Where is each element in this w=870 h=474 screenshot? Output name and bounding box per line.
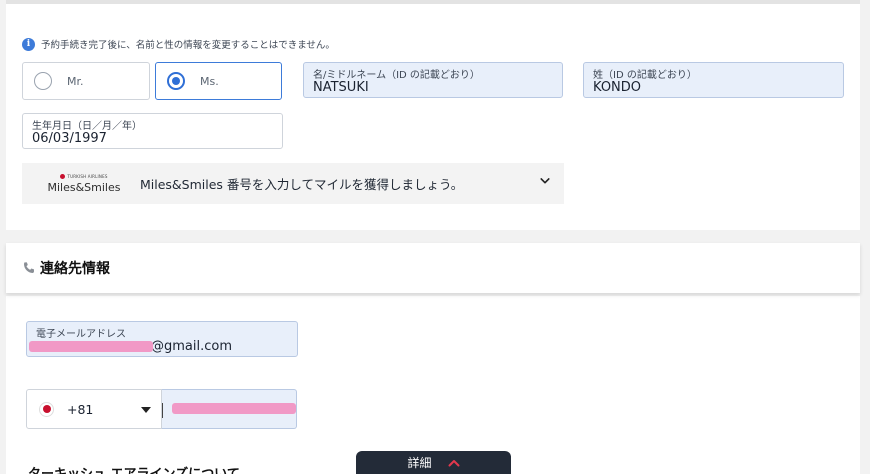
contact-section-header: 連絡先情報 — [6, 243, 860, 293]
country-code-select[interactable]: +81 — [26, 389, 162, 429]
miles-smiles-prompt: Miles&Smiles 番号を入力してマイルを獲得しましょう。 — [140, 177, 464, 192]
first-name-field[interactable]: 名/ミドルネーム（ID の記載どおり） NATSUKI — [303, 62, 563, 98]
last-name-field[interactable]: 姓（ID の記載どおり） KONDO — [583, 62, 844, 98]
caret-down-icon[interactable] — [141, 407, 151, 413]
email-redaction — [29, 341, 153, 352]
turkish-airlines-wordmark: TURKISH AIRLINES — [67, 173, 108, 179]
country-code-value: +81 — [67, 401, 94, 417]
phone-number-row: +81 — [26, 389, 297, 429]
phone-number-input[interactable] — [162, 389, 297, 429]
title-option-mr[interactable]: Mr. — [22, 62, 150, 100]
turkish-airlines-logo-icon — [60, 173, 66, 179]
first-name-value: NATSUKI — [313, 80, 369, 95]
email-visible-value: @gmail.com — [151, 339, 233, 354]
name-change-notice: i 予約手続き完了後に、名前と性の情報を変更することはできません。 — [22, 37, 335, 51]
radio-mr[interactable] — [34, 72, 52, 90]
card-top-border — [6, 0, 860, 4]
info-icon: i — [22, 37, 35, 51]
chevron-down-icon[interactable] — [540, 176, 550, 186]
chevron-up-icon — [448, 459, 459, 466]
first-name-label: 名/ミドルネーム（ID の記載どおり） — [313, 70, 480, 81]
title-option-label: Ms. — [200, 74, 219, 88]
details-label: 詳細 — [407, 456, 432, 470]
email-label: 電子メールアドレス — [36, 329, 126, 340]
turkish-airlines-mark: TURKISH AIRLINES — [60, 173, 108, 179]
contact-section-title: 連絡先情報 — [40, 261, 110, 277]
birthdate-label: 生年月日（日／月／年） — [32, 121, 142, 132]
text-cursor — [162, 403, 163, 418]
phone-icon — [24, 262, 34, 273]
miles-smiles-logo: TURKISH AIRLINES Miles&Smiles — [22, 173, 130, 194]
japan-flag-icon — [39, 401, 54, 417]
next-section-heading: ターキッシュ エアラインズについて — [28, 463, 240, 474]
last-name-label: 姓（ID の記載どおり） — [593, 70, 697, 81]
details-toggle[interactable]: 詳細 — [356, 451, 511, 474]
miles-smiles-accordion[interactable]: TURKISH AIRLINES Miles&Smiles Miles&Smil… — [22, 163, 564, 204]
radio-ms-selected[interactable] — [167, 72, 185, 90]
birthdate-field[interactable]: 生年月日（日／月／年） 06/03/1997 — [22, 113, 283, 149]
title-option-label: Mr. — [67, 74, 84, 88]
email-field[interactable]: 電子メールアドレス @gmail.com — [26, 321, 298, 357]
phone-redaction — [172, 403, 296, 414]
birthdate-value: 06/03/1997 — [32, 131, 107, 146]
notice-text: 予約手続き完了後に、名前と性の情報を変更することはできません。 — [41, 40, 335, 51]
title-option-ms[interactable]: Ms. — [155, 62, 282, 100]
miles-smiles-wordmark: Miles&Smiles — [47, 180, 121, 194]
last-name-value: KONDO — [593, 80, 642, 95]
